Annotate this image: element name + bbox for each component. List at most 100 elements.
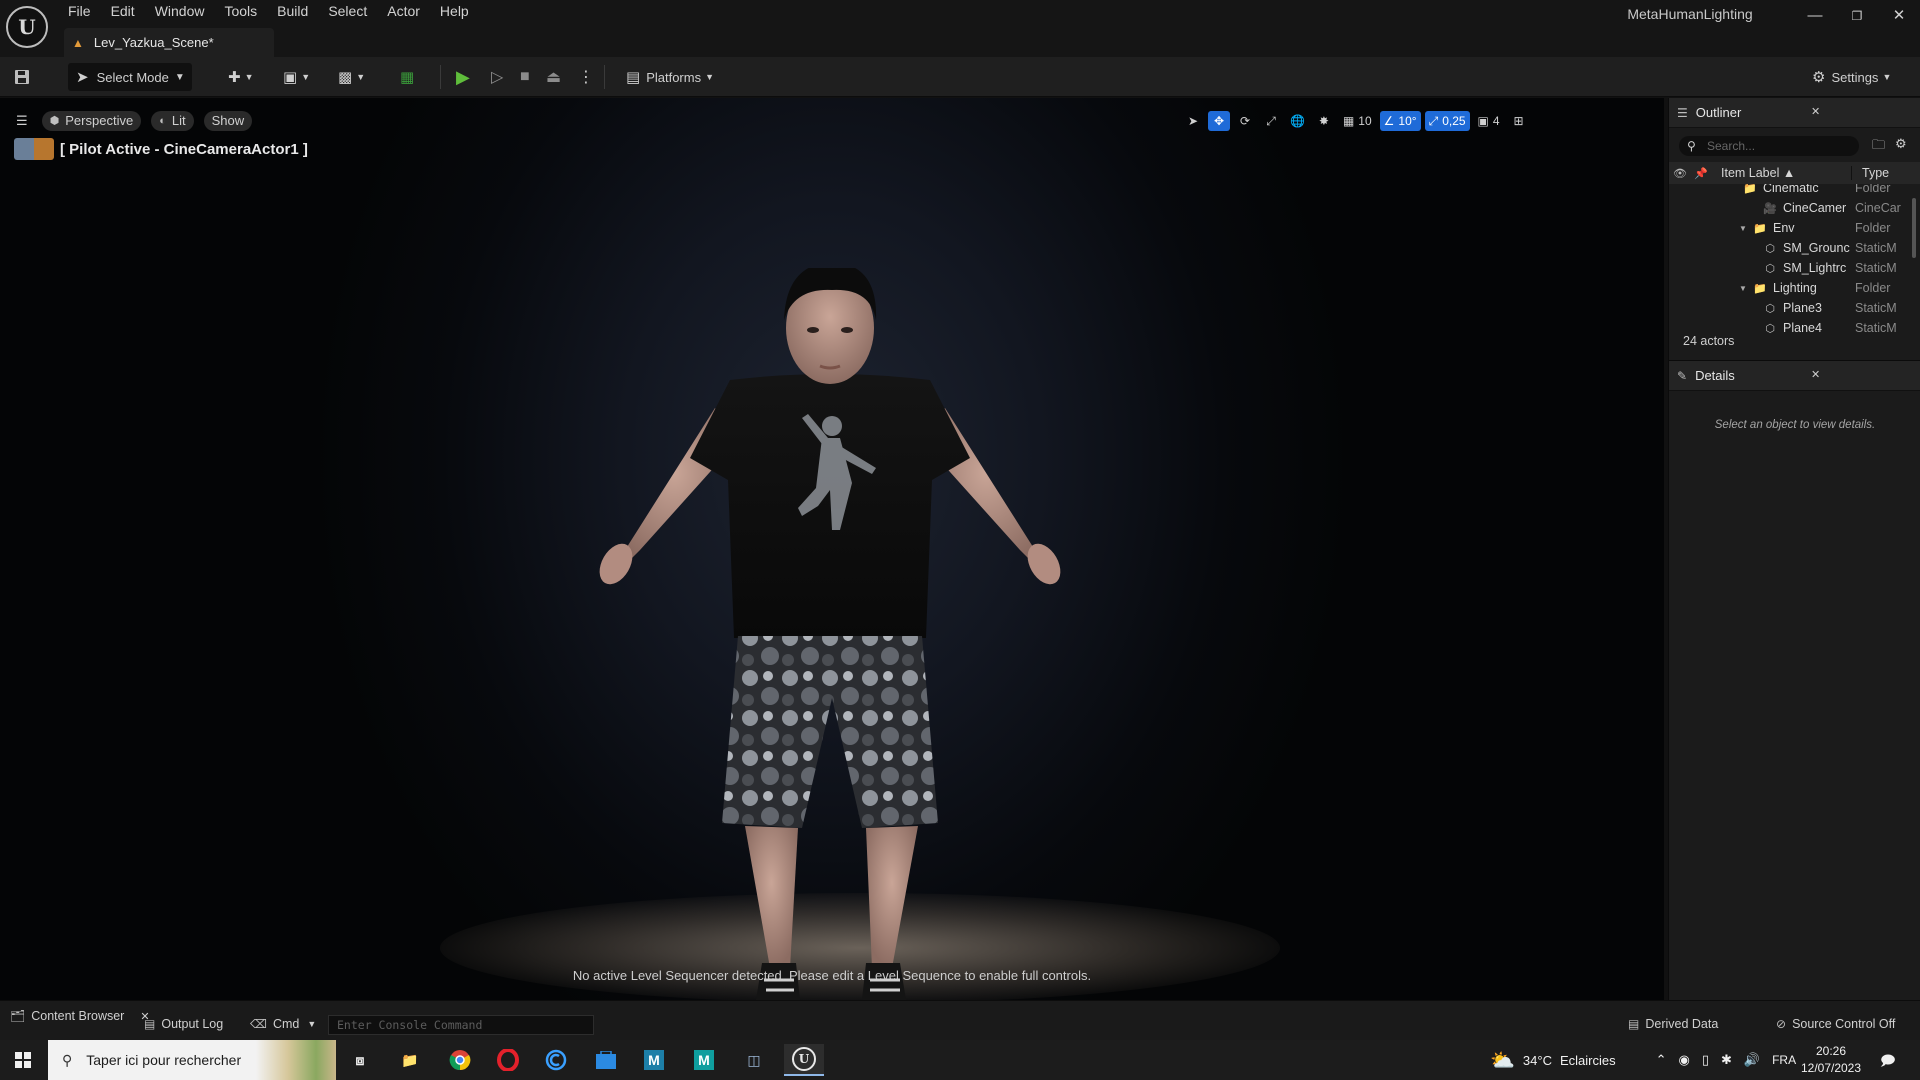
stop-icon: ■ (520, 68, 530, 85)
cinematics-button[interactable]: ▩ ▼ (338, 63, 365, 91)
add-actor-button[interactable]: ✚ ▼ (228, 63, 254, 91)
pin-icon[interactable]: 📌 (1691, 167, 1711, 180)
task-view-button[interactable]: ⧈ (340, 1044, 380, 1076)
expand-arrow-icon[interactable]: ▼ (1739, 224, 1751, 233)
blueprints-button[interactable]: ▣ ▼ (283, 63, 310, 91)
minimize-button[interactable]: — (1792, 0, 1838, 34)
outliner-tools: 🗀 ⚙ (1872, 136, 1907, 158)
tree-row[interactable]: ⬡ Plane3 StaticM (1669, 298, 1911, 318)
tree-row[interactable]: ▼ 📁 Env Folder (1669, 218, 1911, 238)
notification-icon[interactable]: 🗩 (1880, 1050, 1896, 1074)
outliner-tab[interactable]: ☰ Outliner ✕ (1669, 98, 1920, 128)
save-button[interactable] (14, 63, 30, 91)
outliner-search-input[interactable]: ⚲ Search... (1679, 136, 1859, 156)
close-icon[interactable]: ✕ (1811, 105, 1820, 118)
play-options-button[interactable]: ⋮ (578, 63, 594, 91)
restore-button[interactable]: ❐ (1834, 0, 1880, 34)
pilot-camera-indicator[interactable]: [ Pilot Active - CineCameraActor1 ] (14, 138, 308, 160)
toolbar-divider (604, 65, 605, 89)
level-tab[interactable]: ▲ Lev_Yazkua_Scene* (64, 28, 274, 57)
settings-dropdown[interactable]: ⚙ Settings ▼ (1812, 63, 1891, 91)
derived-data-button[interactable]: ▤ Derived Data (1628, 1017, 1718, 1031)
clock[interactable]: 20:26 12/07/2023 (1788, 1043, 1874, 1077)
copilot-app[interactable] (536, 1044, 576, 1076)
record-icon[interactable]: ◉ (1678, 1052, 1689, 1068)
close-icon[interactable]: ✕ (1811, 368, 1820, 381)
details-tab[interactable]: ✎ Details ✕ (1669, 361, 1920, 391)
chevron-up-icon[interactable]: ⌃ (1656, 1052, 1667, 1068)
grid-snap-button[interactable]: ▦ 10 (1339, 111, 1376, 131)
camera-speed-button[interactable]: ▣ 4 (1474, 111, 1504, 131)
file-explorer-app[interactable]: 📁 (390, 1044, 430, 1076)
unreal-logo-icon[interactable]: U (6, 6, 48, 48)
world-space-button[interactable]: 🌐 (1286, 111, 1309, 131)
tree-row[interactable]: ⬡ SM_Grounc StaticM (1669, 238, 1911, 258)
scale-tool-button[interactable]: ⤢ (1260, 111, 1282, 131)
stop-button[interactable]: ■ (520, 63, 530, 91)
select-mode-dropdown[interactable]: ➤ Select Mode ▼ (68, 63, 192, 91)
scale-snap-button[interactable]: ⤢ 0,25 (1424, 111, 1470, 131)
rotation-snap-button[interactable]: ∠ 10° (1379, 111, 1421, 131)
select-tool-button[interactable]: ➤ (1182, 111, 1204, 131)
type-column[interactable]: Type (1851, 166, 1889, 180)
menu-edit[interactable]: Edit (101, 0, 145, 24)
battery-icon[interactable]: ▯ (1702, 1052, 1709, 1068)
maya-app-2[interactable]: M (684, 1044, 724, 1076)
show-dropdown[interactable]: Show (203, 111, 253, 131)
modes-button[interactable]: ▦ (400, 63, 414, 91)
tree-row[interactable]: 📁 Cinematic Folder (1669, 184, 1911, 198)
gear-icon[interactable]: ⚙ (1895, 136, 1907, 158)
weather-temp[interactable]: 34°C (1523, 1053, 1552, 1068)
close-button[interactable]: ✕ (1876, 0, 1920, 34)
perspective-dropdown[interactable]: ⬢ Perspective (41, 111, 142, 131)
opera-app[interactable] (488, 1044, 528, 1076)
rotate-tool-button[interactable]: ⟳ (1234, 111, 1256, 131)
weather-text[interactable]: Eclaircies (1560, 1053, 1616, 1068)
volume-icon[interactable]: 🔊 (1744, 1052, 1760, 1068)
derived-data-label: Derived Data (1645, 1017, 1719, 1031)
cmd-dropdown[interactable]: ⌫ Cmd ▼ (250, 1017, 316, 1031)
output-log-button[interactable]: ▤ Output Log (144, 1017, 223, 1031)
translate-tool-button[interactable]: ✥ (1208, 111, 1230, 131)
chrome-app[interactable] (440, 1044, 480, 1076)
item-label-column[interactable]: Item Label ▲ (1711, 166, 1851, 180)
content-browser-tab[interactable]: 🗂 Content Browser ✕ (10, 1009, 150, 1023)
expand-arrow-icon[interactable]: ▼ (1739, 284, 1751, 293)
surface-snap-button[interactable]: ✸ (1313, 111, 1335, 131)
tree-row[interactable]: ⬡ Plane4 StaticM (1669, 318, 1911, 334)
outliner-scrollbar[interactable] (1912, 198, 1916, 258)
play-button[interactable]: ▶ (456, 63, 470, 91)
menu-select[interactable]: Select (318, 0, 377, 24)
pilot-camera-icon (14, 138, 54, 160)
menu-help[interactable]: Help (430, 0, 479, 24)
maya-app[interactable]: M (634, 1044, 674, 1076)
menu-tools[interactable]: Tools (214, 0, 267, 24)
advance-frame-button[interactable]: ▷ (491, 63, 503, 91)
task-view-icon: ⧈ (355, 1051, 365, 1068)
add-folder-icon[interactable]: 🗀 (1872, 136, 1885, 158)
editor-app[interactable]: ◫ (734, 1044, 774, 1076)
tree-row[interactable]: ▼ 📁 Lighting Folder (1669, 278, 1911, 298)
eject-button[interactable]: ⏏ (546, 63, 561, 91)
menu-actor[interactable]: Actor (377, 0, 430, 24)
platforms-dropdown[interactable]: ▤ Platforms ▼ (626, 63, 714, 91)
store-app[interactable] (586, 1044, 626, 1076)
tree-row[interactable]: 🎥 CineCamer CineCar (1669, 198, 1911, 218)
viewport-menu-button[interactable]: ☰ (12, 111, 32, 131)
unreal-engine-app[interactable]: U (784, 1044, 824, 1076)
wifi-icon[interactable]: ✱ (1721, 1052, 1732, 1068)
weather-icon[interactable]: ⛅ (1490, 1048, 1515, 1073)
taskbar-search[interactable]: ⚲ Taper ici pour rechercher (48, 1040, 336, 1080)
lit-dropdown[interactable]: ◐ Lit (151, 111, 194, 131)
start-button[interactable] (0, 1040, 46, 1080)
menu-build[interactable]: Build (267, 0, 318, 24)
level-viewport[interactable]: ☰ ⬢ Perspective ◐ Lit Show [ Pilot Active … (0, 98, 1664, 1000)
menu-window[interactable]: Window (145, 0, 215, 24)
visibility-eye-icon[interactable]: 👁 (1669, 167, 1691, 180)
console-command-input[interactable]: Enter Console Command (328, 1015, 594, 1035)
tree-row[interactable]: ⬡ SM_Lightrc StaticM (1669, 258, 1911, 278)
source-control-button[interactable]: ⊘ Source Control Off (1776, 1017, 1895, 1031)
menu-file[interactable]: File (58, 0, 101, 24)
maximize-viewport-button[interactable]: ⊞ (1508, 111, 1530, 131)
menu-bar: File Edit Window Tools Build Select Acto… (58, 0, 479, 24)
